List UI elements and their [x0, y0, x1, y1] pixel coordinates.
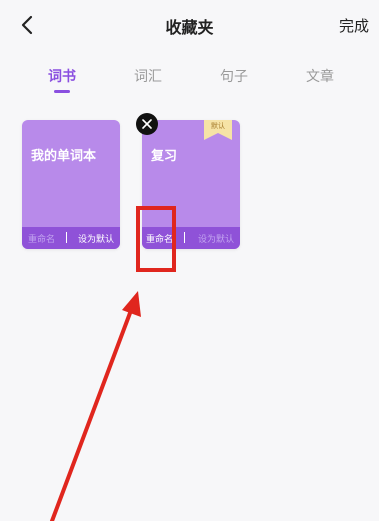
close-icon [142, 119, 152, 129]
tab-vocabulary[interactable]: 词汇 [134, 66, 162, 86]
done-button[interactable]: 完成 [339, 15, 369, 36]
set-default-button[interactable]: 设为默认 [78, 232, 114, 245]
tab-sentences[interactable]: 句子 [220, 66, 248, 86]
wordbook-name: 复习 [151, 149, 178, 164]
footer-divider [66, 232, 67, 243]
wordbook-card[interactable]: 我的单词本 重命名 设为默认 [22, 120, 120, 249]
rename-button[interactable]: 重命名 [28, 232, 55, 245]
tab-wordbooks[interactable]: 词书 [48, 66, 76, 86]
card-footer: 重命名 设为默认 [22, 227, 120, 249]
page-title: 收藏夹 [165, 18, 214, 37]
default-badge-label: 默认 [211, 122, 225, 130]
annotation-highlight-box [136, 206, 176, 272]
tab-bar: 词书 词汇 句子 文章 [0, 64, 379, 94]
active-tab-indicator [54, 90, 70, 93]
wordbook-name: 我的单词本 [31, 149, 97, 164]
footer-divider [184, 232, 185, 243]
top-bar: 收藏夹 完成 [0, 0, 379, 50]
set-default-button[interactable]: 设为默认 [198, 232, 234, 245]
tab-articles[interactable]: 文章 [306, 66, 334, 86]
default-badge: 默认 [204, 120, 232, 140]
delete-button[interactable] [136, 113, 158, 135]
